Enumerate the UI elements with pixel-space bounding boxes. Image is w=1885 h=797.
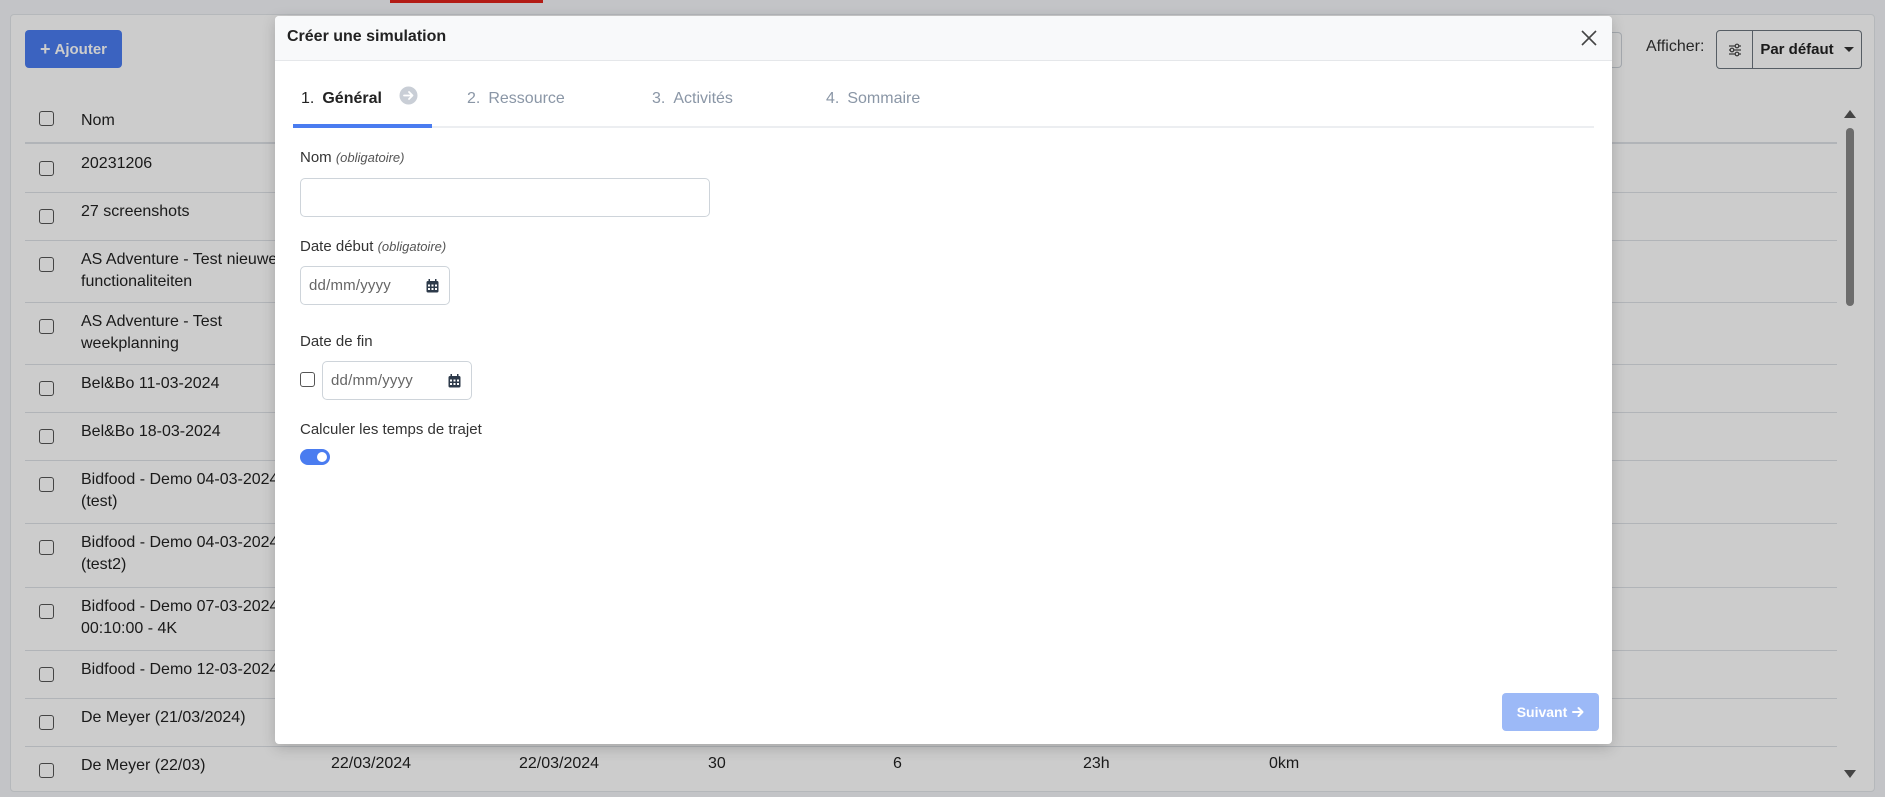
step-label: Ressource: [488, 90, 565, 107]
toggle-knob: [317, 452, 327, 462]
end-date-checkbox[interactable]: [300, 372, 315, 387]
arrow-right-circle-icon: [399, 86, 418, 105]
step-sommaire[interactable]: 4. Sommaire: [826, 90, 920, 108]
travel-time-toggle[interactable]: [300, 449, 330, 465]
name-input[interactable]: [300, 178, 710, 217]
step-ressource[interactable]: 2. Ressource: [467, 90, 565, 108]
date-placeholder: dd/mm/yyyy: [309, 277, 392, 294]
end-date-input[interactable]: dd/mm/yyyy: [322, 361, 472, 400]
required-hint: (obligatoire): [335, 150, 405, 165]
step-label: Activités: [673, 90, 733, 107]
step-number: 1.: [301, 90, 315, 107]
calendar-icon[interactable]: [426, 278, 439, 293]
step-label: Sommaire: [847, 90, 921, 107]
step-number: 3.: [652, 90, 666, 107]
step-number: 2.: [467, 90, 481, 107]
name-label-text: Nom: [300, 149, 332, 166]
date-placeholder: dd/mm/yyyy: [331, 372, 414, 389]
modal-header: Créer une simulation: [275, 16, 1612, 61]
name-label: Nom (obligatoire): [300, 149, 405, 166]
active-step-indicator: [293, 124, 432, 128]
step-general[interactable]: 1. Général: [301, 90, 382, 108]
close-icon[interactable]: [1580, 29, 1598, 47]
travel-time-label: Calculer les temps de trajet: [300, 421, 482, 438]
modal-title: Créer une simulation: [287, 28, 447, 45]
start-date-label: Date début (obligatoire): [300, 238, 446, 255]
wizard-steps: 1. Général 2. Ressource 3. Activités 4. …: [293, 76, 1594, 128]
arrow-right-icon: [1572, 707, 1584, 717]
required-hint: (obligatoire): [377, 239, 447, 254]
calendar-icon[interactable]: [448, 373, 461, 388]
next-button[interactable]: Suivant: [1502, 693, 1599, 731]
step-number: 4.: [826, 90, 840, 107]
create-simulation-modal: Créer une simulation 1. Général 2. Resso…: [275, 16, 1612, 744]
start-date-input[interactable]: dd/mm/yyyy: [300, 266, 450, 305]
step-label: Général: [322, 90, 382, 107]
start-date-label-text: Date début: [300, 238, 374, 255]
end-date-label: Date de fin: [300, 333, 373, 350]
step-activites[interactable]: 3. Activités: [652, 90, 733, 108]
next-button-label: Suivant: [1516, 704, 1568, 720]
